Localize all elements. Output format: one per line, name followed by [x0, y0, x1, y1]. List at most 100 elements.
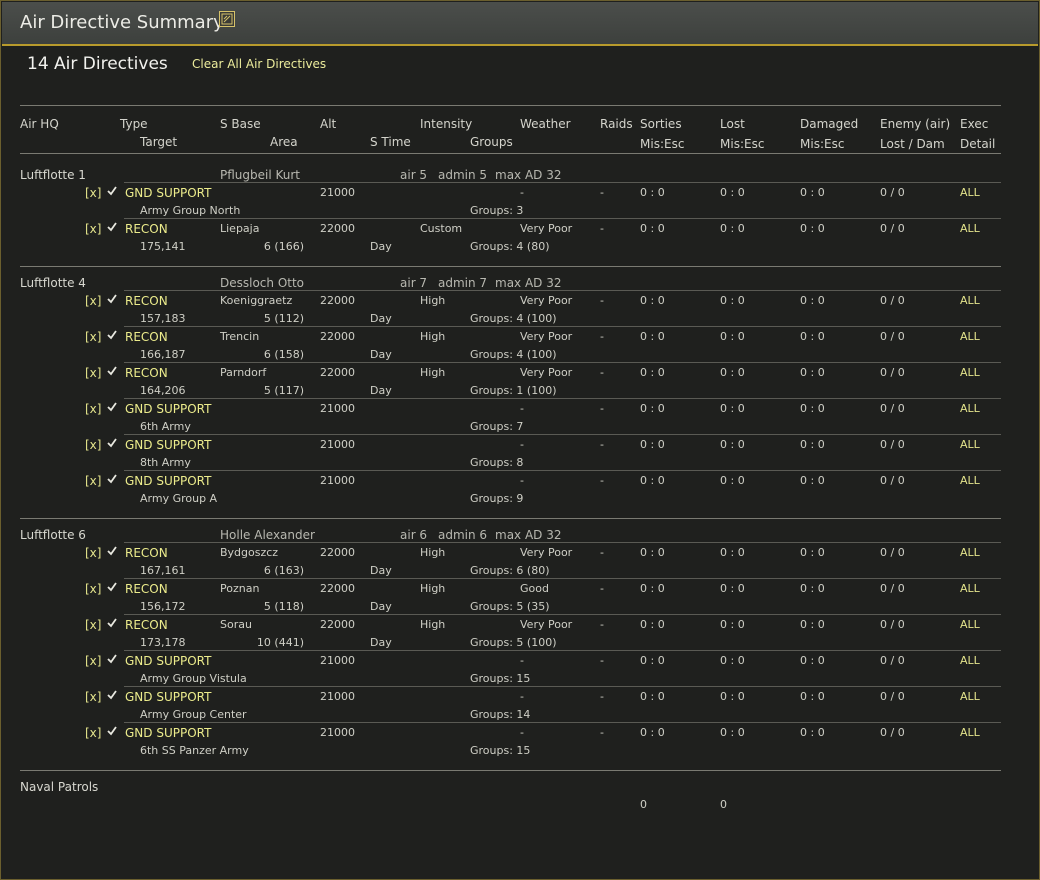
directive-intensity: High — [420, 582, 446, 595]
directive-damaged: 0 : 0 — [800, 474, 825, 487]
hq-admin-value: admin 7 — [438, 276, 488, 290]
checkmark-icon[interactable] — [107, 186, 117, 196]
hq-name: Luftflotte 1 — [20, 168, 86, 182]
exec-detail-link[interactable]: ALL — [960, 222, 980, 236]
header-damaged: Damaged — [800, 117, 859, 131]
hq-commander: Pflugbeil Kurt — [220, 168, 301, 182]
delete-toggle[interactable]: [x] — [85, 186, 101, 200]
directive-base: Bydgoszcz — [220, 546, 279, 559]
directive-groups: Groups: 9 — [470, 492, 524, 505]
directive-target: 164,206 — [140, 384, 186, 397]
directive-damaged: 0 : 0 — [800, 294, 825, 307]
checkmark-icon[interactable] — [107, 438, 117, 448]
exec-detail-link[interactable]: ALL — [960, 474, 980, 488]
directive-groups: Groups: 14 — [470, 708, 531, 721]
delete-toggle[interactable]: [x] — [85, 222, 101, 236]
checkmark-icon[interactable] — [107, 618, 117, 628]
checkmark-icon[interactable] — [107, 366, 117, 376]
exec-detail-link[interactable]: ALL — [960, 366, 980, 380]
row-divider — [124, 398, 1001, 399]
header-exec-sub: Detail — [960, 137, 996, 151]
delete-toggle[interactable]: [x] — [85, 546, 101, 560]
edit-icon[interactable] — [219, 11, 235, 27]
checkmark-icon[interactable] — [107, 330, 117, 340]
directive-intensity: High — [420, 294, 446, 307]
directive-groups: Groups: 5 (35) — [470, 600, 550, 613]
directive-altitude: 21000 — [320, 474, 355, 487]
directive-raids: - — [600, 330, 604, 343]
checkmark-icon[interactable] — [107, 654, 117, 664]
directive-weather: - — [520, 654, 524, 667]
hq-divider — [20, 266, 1001, 267]
exec-detail-link[interactable]: ALL — [960, 690, 980, 704]
checkmark-icon[interactable] — [107, 474, 117, 484]
directive-target: 166,187 — [140, 348, 186, 361]
directive-damaged: 0 : 0 — [800, 402, 825, 415]
exec-detail-link[interactable]: ALL — [960, 186, 980, 200]
exec-detail-link[interactable]: ALL — [960, 438, 980, 452]
exec-detail-link[interactable]: ALL — [960, 402, 980, 416]
window-title: Air Directive Summary — [20, 12, 224, 33]
directive-sorties: 0 : 0 — [640, 582, 665, 595]
directive-type: RECON — [125, 330, 168, 344]
directive-raids: - — [600, 546, 604, 559]
hq-max-ad: max AD 32 — [495, 276, 562, 290]
clear-all-button[interactable]: Clear All Air Directives — [192, 57, 326, 71]
delete-toggle[interactable]: [x] — [85, 366, 101, 380]
exec-detail-link[interactable]: ALL — [960, 582, 980, 596]
directive-base: Trencin — [220, 330, 260, 343]
directive-intensity: High — [420, 330, 446, 343]
delete-toggle[interactable]: [x] — [85, 654, 101, 668]
naval-divider — [20, 770, 1001, 771]
directive-lost: 0 : 0 — [720, 690, 745, 703]
directive-type: GND SUPPORT — [125, 726, 212, 740]
delete-toggle[interactable]: [x] — [85, 294, 101, 308]
delete-toggle[interactable]: [x] — [85, 474, 101, 488]
hq-max-ad: max AD 32 — [495, 528, 562, 542]
directive-raids: - — [600, 186, 604, 199]
directive-altitude: 22000 — [320, 618, 355, 631]
delete-toggle[interactable]: [x] — [85, 402, 101, 416]
hq-air-value: air 5 — [400, 168, 428, 182]
directive-enemy: 0 / 0 — [880, 654, 905, 667]
checkmark-icon[interactable] — [107, 546, 117, 556]
checkmark-icon[interactable] — [107, 294, 117, 304]
directive-damaged: 0 : 0 — [800, 582, 825, 595]
exec-detail-link[interactable]: ALL — [960, 726, 980, 740]
checkmark-icon[interactable] — [107, 690, 117, 700]
directive-area: 5 (117) — [263, 384, 304, 397]
directive-groups: Groups: 4 (100) — [470, 348, 557, 361]
directive-enemy: 0 / 0 — [880, 618, 905, 631]
directive-target: 173,178 — [140, 636, 186, 649]
directive-altitude: 22000 — [320, 222, 355, 235]
delete-toggle[interactable]: [x] — [85, 726, 101, 740]
exec-detail-link[interactable]: ALL — [960, 546, 980, 560]
directive-type: RECON — [125, 366, 168, 380]
delete-toggle[interactable]: [x] — [85, 438, 101, 452]
delete-toggle[interactable]: [x] — [85, 690, 101, 704]
row-divider — [124, 434, 1001, 435]
hq-air-value: air 6 — [400, 528, 428, 542]
directive-lost: 0 : 0 — [720, 402, 745, 415]
directive-altitude: 21000 — [320, 438, 355, 451]
directive-sorties: 0 : 0 — [640, 330, 665, 343]
directive-damaged: 0 : 0 — [800, 438, 825, 451]
checkmark-icon[interactable] — [107, 582, 117, 592]
exec-detail-link[interactable]: ALL — [960, 654, 980, 668]
checkmark-icon[interactable] — [107, 222, 117, 232]
directive-groups: Groups: 15 — [470, 744, 531, 757]
checkmark-icon[interactable] — [107, 402, 117, 412]
directive-enemy: 0 / 0 — [880, 402, 905, 415]
exec-detail-link[interactable]: ALL — [960, 294, 980, 308]
delete-toggle[interactable]: [x] — [85, 330, 101, 344]
directive-weather: - — [520, 186, 524, 199]
delete-toggle[interactable]: [x] — [85, 582, 101, 596]
exec-detail-link[interactable]: ALL — [960, 330, 980, 344]
directive-lost: 0 : 0 — [720, 474, 745, 487]
checkmark-icon[interactable] — [107, 726, 117, 736]
directive-sorties: 0 : 0 — [640, 654, 665, 667]
delete-toggle[interactable]: [x] — [85, 618, 101, 632]
exec-detail-link[interactable]: ALL — [960, 618, 980, 632]
directive-raids: - — [600, 294, 604, 307]
row-divider — [124, 290, 1001, 291]
